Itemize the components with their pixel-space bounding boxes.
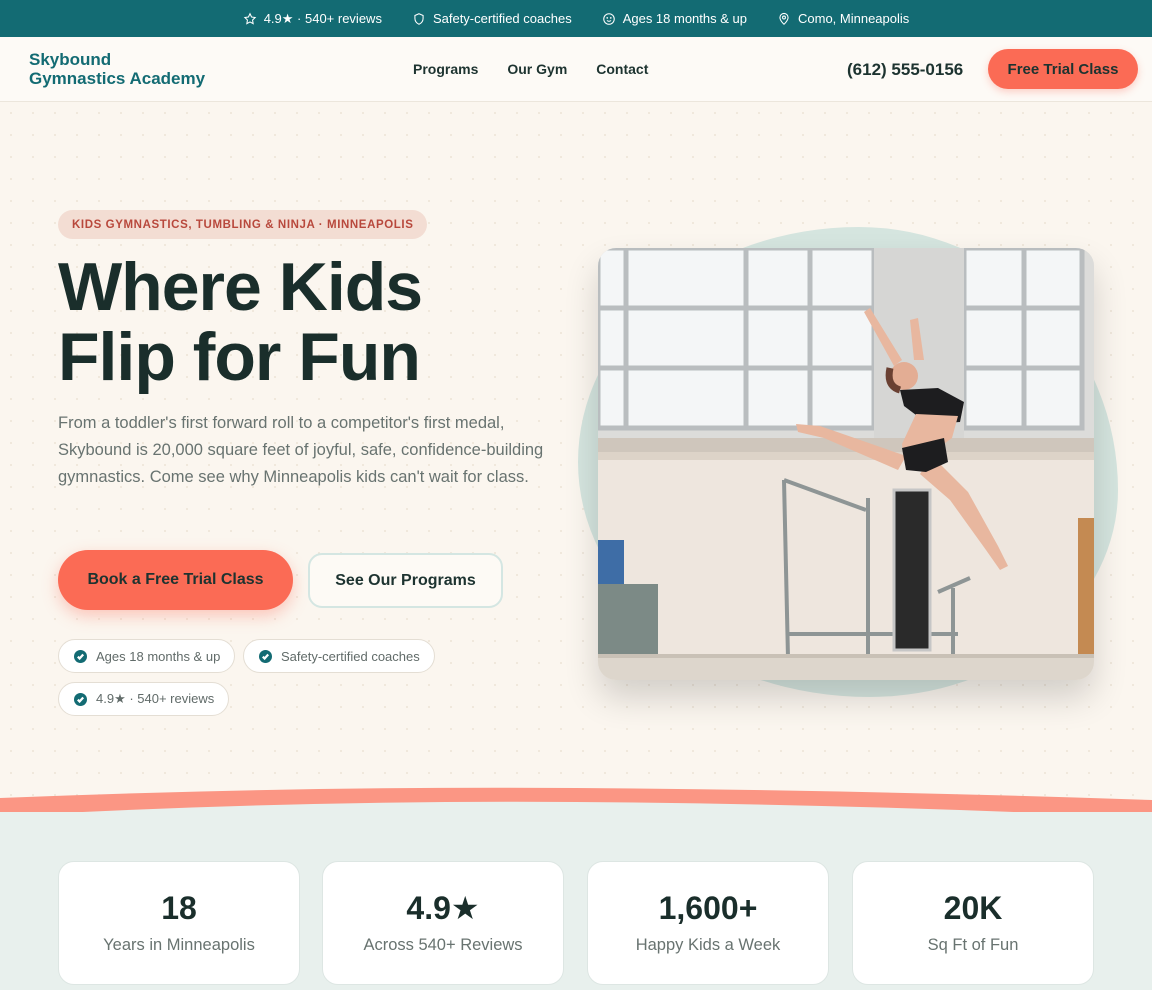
topbar-item-ages: Ages 18 months & up bbox=[602, 11, 747, 26]
stat-value: 18 bbox=[161, 890, 197, 926]
book-free-trial-button[interactable]: Book a Free Trial Class bbox=[58, 550, 293, 610]
stat-card-rating: 4.9★ Across 540+ Reviews bbox=[322, 861, 564, 985]
free-trial-nav-button[interactable]: Free Trial Class bbox=[988, 49, 1138, 89]
hero-headline: Where Kids Flip for Fun bbox=[58, 252, 578, 392]
stat-label: Sq Ft of Fun bbox=[927, 936, 1019, 954]
topbar-item-rating: 4.9★ · 540+ reviews bbox=[243, 11, 382, 27]
hero-subtext: From a toddler's first forward roll to a… bbox=[58, 414, 544, 486]
topbar-item-label: Como, Minneapolis bbox=[798, 11, 910, 26]
stat-value: 1,600+ bbox=[658, 890, 758, 926]
stats-section: 18 Years in Minneapolis 4.9★ Across 540+… bbox=[0, 812, 1152, 990]
location-pin-icon bbox=[779, 12, 789, 25]
hero-eyebrow-tag: KIDS GYMNASTICS, TUMBLING & NINJA · MINN… bbox=[58, 210, 428, 239]
star-icon bbox=[243, 12, 256, 25]
smile-icon bbox=[602, 12, 615, 25]
stat-card-kids: 1,600+ Happy Kids a Week bbox=[587, 861, 829, 985]
logo-line-1: Skybound bbox=[29, 50, 112, 69]
stat-label: Years in Minneapolis bbox=[103, 936, 255, 954]
stat-card-years: 18 Years in Minneapolis bbox=[58, 861, 300, 985]
stat-value: 4.9★ bbox=[406, 890, 480, 926]
hero-section: KIDS GYMNASTICS, TUMBLING & NINJA · MINN… bbox=[0, 102, 1152, 802]
nav-links: Programs Our Gym Contact bbox=[413, 61, 648, 77]
topbar-item-label: 4.9★ · 540+ reviews bbox=[263, 10, 382, 26]
nav-link-contact[interactable]: Contact bbox=[596, 61, 648, 77]
stat-label: Across 540+ Reviews bbox=[363, 936, 523, 954]
site-logo[interactable]: Skybound Gymnastics Academy bbox=[29, 50, 205, 88]
topbar-item-location: Como, Minneapolis bbox=[777, 11, 909, 26]
main-navigation: Skybound Gymnastics Academy Programs Our… bbox=[0, 37, 1152, 102]
trust-badge-label: Ages 18 months & up bbox=[96, 648, 221, 664]
logo-line-2: Gymnastics Academy bbox=[29, 69, 206, 88]
trust-badge-ages: Ages 18 months & up bbox=[58, 639, 236, 673]
shield-icon bbox=[414, 12, 424, 25]
top-announcement-bar: 4.9★ · 540+ reviews Safety-certified coa… bbox=[0, 0, 1152, 37]
trust-badge-reviews: 4.9★ · 540+ reviews bbox=[58, 682, 230, 716]
phone-number-link[interactable]: (612) 555-0156 bbox=[847, 60, 963, 80]
trust-badge-label: 4.9★ · 540+ reviews bbox=[96, 691, 215, 706]
check-circle-icon bbox=[259, 649, 272, 663]
topbar-item-safety: Safety-certified coaches bbox=[412, 11, 572, 26]
stat-value: 20K bbox=[943, 890, 1003, 926]
headline-line-1: Where Kids bbox=[58, 249, 423, 325]
hero-gymnast-photo bbox=[598, 248, 1094, 680]
see-programs-button[interactable]: See Our Programs bbox=[308, 553, 503, 608]
nav-link-our-gym[interactable]: Our Gym bbox=[507, 61, 567, 77]
headline-line-2: Flip for Fun bbox=[58, 319, 421, 395]
stat-label: Happy Kids a Week bbox=[635, 936, 781, 954]
trust-badge-safety: Safety-certified coaches bbox=[243, 639, 435, 673]
check-circle-icon bbox=[74, 692, 87, 706]
trust-badge-label: Safety-certified coaches bbox=[281, 648, 420, 664]
nav-link-programs[interactable]: Programs bbox=[413, 61, 478, 77]
topbar-item-label: Safety-certified coaches bbox=[432, 11, 572, 26]
topbar-item-label: Ages 18 months & up bbox=[622, 11, 747, 26]
stat-card-area: 20K Sq Ft of Fun bbox=[852, 861, 1094, 985]
check-circle-icon bbox=[74, 649, 87, 663]
